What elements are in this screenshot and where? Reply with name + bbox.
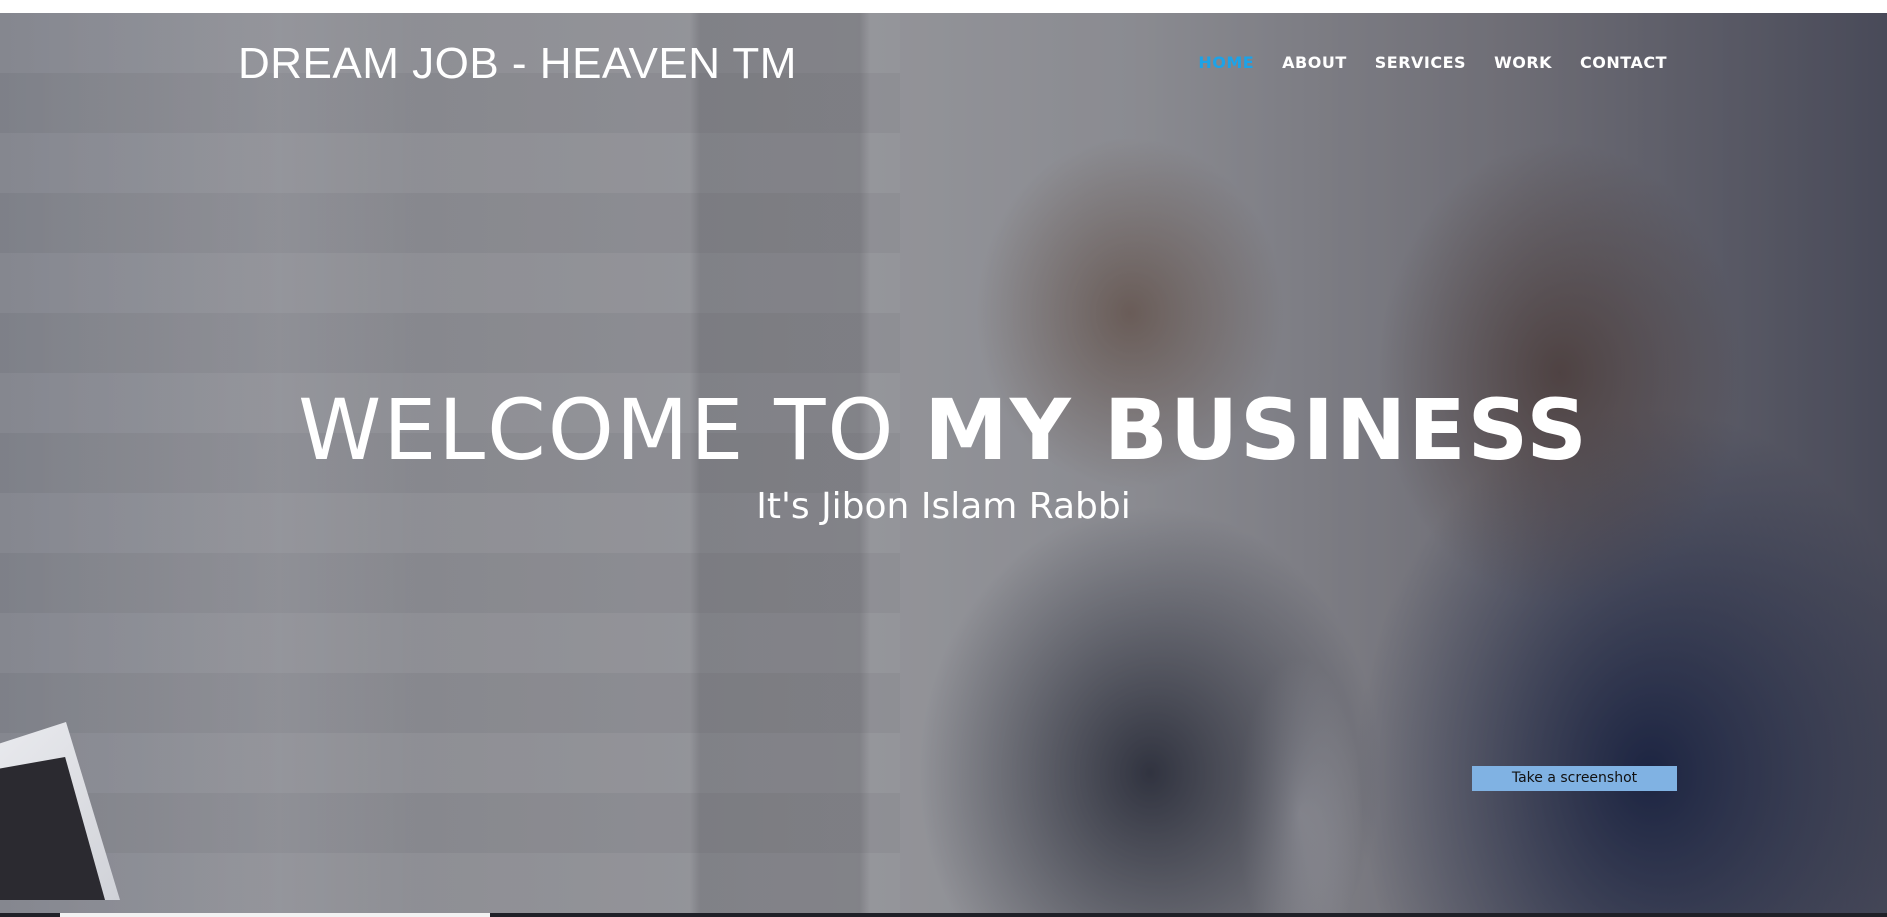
- horizontal-scrollbar-thumb[interactable]: [60, 913, 490, 917]
- main-nav: HOME ABOUT SERVICES WORK CONTACT: [1170, 52, 1667, 74]
- brand-logo-text[interactable]: DREAM JOB - HEAVEN TM: [238, 38, 797, 90]
- hero-headline: WELCOME TO MY BUSINESS: [0, 380, 1887, 480]
- nav-item-home[interactable]: HOME: [1198, 52, 1254, 74]
- nav-item-contact[interactable]: CONTACT: [1580, 52, 1667, 74]
- nav-item-about[interactable]: ABOUT: [1282, 52, 1347, 74]
- hero-headline-light: WELCOME TO: [298, 381, 896, 479]
- top-strip: [0, 0, 1887, 13]
- hero-subtitle: It's Jibon Islam Rabbi: [756, 486, 1131, 527]
- take-screenshot-button[interactable]: Take a screenshot: [1472, 766, 1677, 791]
- nav-item-services[interactable]: SERVICES: [1375, 52, 1466, 74]
- nav-item-work[interactable]: WORK: [1494, 52, 1552, 74]
- hero-headline-bold: MY BUSINESS: [924, 381, 1589, 479]
